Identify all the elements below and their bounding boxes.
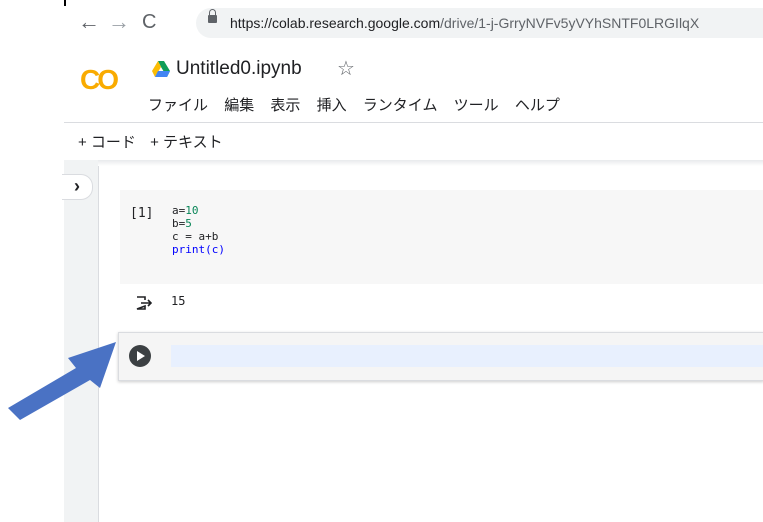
star-icon[interactable]: ☆	[337, 56, 355, 81]
add-text-button[interactable]: + テキスト	[150, 131, 222, 152]
forward-arrow-icon[interactable]: →	[108, 10, 130, 34]
code-line: c = a+b	[172, 230, 219, 243]
sidebar-toggle-icon[interactable]: ›	[62, 174, 93, 200]
window-edge-mark	[64, 0, 66, 6]
url-path: /drive/1-j-GrryNVFv5yVYhSNTF0LRGIlqX	[440, 15, 700, 31]
url-host: https://colab.research.google.com	[230, 15, 441, 31]
reload-icon[interactable]: C	[142, 10, 156, 34]
address-bar[interactable]: https://colab.research.google.com/drive/…	[196, 8, 763, 38]
annotation-arrow-icon	[8, 342, 116, 420]
run-cell-button[interactable]	[129, 345, 151, 367]
url-text[interactable]: https://colab.research.google.com/drive/…	[230, 15, 699, 31]
notebook-title[interactable]: Untitled0.ipynb	[176, 58, 302, 80]
code-cell[interactable]: [1] a=10 b=5 c = a+b print(c)	[120, 190, 763, 284]
menu-file[interactable]: ファイル	[148, 94, 208, 115]
notebook-top-shadow	[98, 160, 763, 166]
code-line: print(c)	[172, 243, 225, 256]
execution-count: [1]	[130, 206, 154, 221]
colab-logo[interactable]: CO	[80, 64, 119, 96]
menu-help[interactable]: ヘルプ	[515, 94, 560, 115]
menu-runtime[interactable]: ランタイム	[363, 94, 438, 115]
menu-insert[interactable]: 挿入	[317, 94, 347, 115]
browser-toolbar: ← → C https://colab.research.google.com/…	[0, 0, 763, 48]
code-editor[interactable]: a=10 b=5 c = a+b print(c)	[172, 204, 225, 256]
menu-view[interactable]: 表示	[270, 94, 300, 115]
code-line: b=5	[172, 217, 192, 230]
add-code-button[interactable]: + コード	[78, 131, 136, 152]
google-drive-icon	[152, 61, 170, 77]
cell-toolbar: + コード + テキスト	[78, 131, 233, 152]
cell-output: 15	[171, 294, 186, 308]
cell-input-field[interactable]	[171, 345, 763, 367]
header-divider	[64, 122, 763, 123]
empty-code-cell[interactable]	[118, 332, 763, 381]
output-arrow-icon	[136, 296, 152, 310]
menu-edit[interactable]: 編集	[224, 94, 254, 115]
code-line: a=10	[172, 204, 199, 217]
back-arrow-icon[interactable]: ←	[78, 10, 100, 34]
menu-tools[interactable]: ツール	[454, 94, 499, 115]
logo-text: CO	[80, 64, 119, 95]
menu-bar: ファイル 編集 表示 挿入 ランタイム ツール ヘルプ	[148, 94, 572, 116]
lock-icon	[208, 9, 217, 23]
